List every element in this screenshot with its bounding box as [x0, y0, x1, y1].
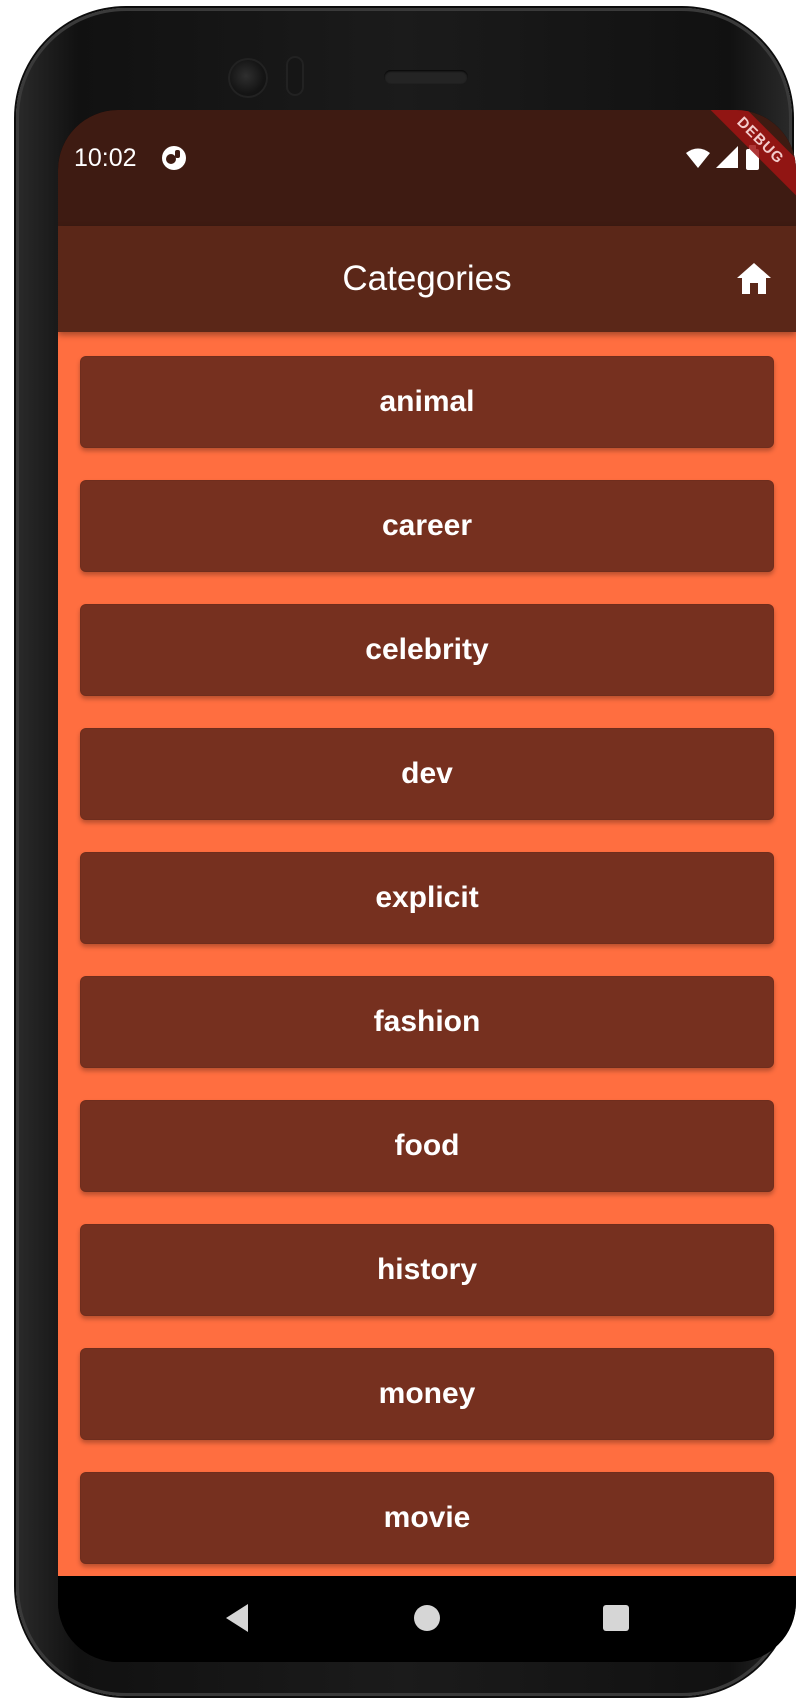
page-title: Categories: [342, 259, 512, 298]
category-button-career[interactable]: career: [80, 480, 774, 572]
wifi-icon: [686, 148, 710, 168]
category-button-animal[interactable]: animal: [80, 356, 774, 448]
category-list: animal career celebrity dev explicit fas…: [80, 356, 774, 1576]
back-icon[interactable]: [220, 1600, 256, 1636]
screen: 10:02 DEBUG Categories animal career cel…: [58, 110, 796, 1662]
recents-icon[interactable]: [598, 1600, 634, 1636]
category-button-movie[interactable]: movie: [80, 1472, 774, 1564]
home-icon[interactable]: [734, 259, 774, 299]
status-time: 10:02: [74, 144, 137, 172]
earpiece-speaker: [384, 70, 468, 84]
home-circle-icon[interactable]: [409, 1600, 445, 1636]
app-bar: Categories: [58, 226, 796, 332]
signal-icon: [716, 146, 738, 168]
category-button-celebrity[interactable]: celebrity: [80, 604, 774, 696]
category-content: animal career celebrity dev explicit fas…: [58, 332, 796, 1576]
category-button-fashion[interactable]: fashion: [80, 976, 774, 1068]
front-camera: [228, 58, 268, 98]
system-nav-bar: [58, 1576, 796, 1662]
category-button-history[interactable]: history: [80, 1224, 774, 1316]
status-bar: 10:02 DEBUG: [58, 110, 796, 226]
category-button-money[interactable]: money: [80, 1348, 774, 1440]
proximity-sensor: [286, 56, 304, 96]
app-notification-icon: [162, 146, 186, 170]
category-button-dev[interactable]: dev: [80, 728, 774, 820]
phone-frame: 10:02 DEBUG Categories animal career cel…: [16, 8, 796, 1696]
category-button-food[interactable]: food: [80, 1100, 774, 1192]
category-button-explicit[interactable]: explicit: [80, 852, 774, 944]
